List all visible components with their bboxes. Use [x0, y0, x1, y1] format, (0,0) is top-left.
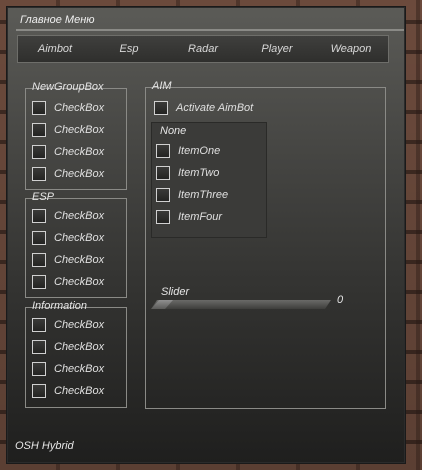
checkbox-row[interactable]: CheckBox	[32, 229, 104, 247]
tab-bar: Aimbot Esp Radar Player Weapon	[17, 35, 389, 63]
slider-label: Slider	[161, 286, 190, 298]
dropdown-item-label: ItemFour	[178, 211, 223, 223]
checkbox-row[interactable]: CheckBox	[32, 251, 104, 269]
checkbox[interactable]	[32, 384, 46, 398]
checkbox-row[interactable]: CheckBox	[32, 316, 104, 334]
activate-aimbot-row[interactable]: Activate AimBot	[154, 99, 253, 117]
checkbox[interactable]	[156, 144, 170, 158]
checkbox[interactable]	[32, 167, 46, 181]
checkbox-row[interactable]: CheckBox	[32, 360, 104, 378]
aim-dropdown-list[interactable]: None ItemOne ItemTwo ItemThree ItemFour	[151, 122, 267, 238]
checkbox-label: CheckBox	[54, 276, 105, 288]
dropdown-item-label: ItemTwo	[178, 167, 220, 179]
checkbox-label: CheckBox	[54, 146, 105, 158]
checkbox[interactable]	[32, 362, 46, 376]
checkbox-row[interactable]: CheckBox	[32, 165, 104, 183]
aim-group: AIM Activate AimBot None ItemOne ItemTwo…	[145, 80, 386, 409]
activate-aimbot-label: Activate AimBot	[176, 102, 254, 114]
checkbox-row[interactable]: CheckBox	[32, 143, 104, 161]
checkbox-row[interactable]: CheckBox	[32, 207, 104, 225]
checkbox[interactable]	[156, 188, 170, 202]
slider-value: 0	[337, 294, 344, 306]
dropdown-selected[interactable]: None	[160, 125, 186, 137]
tab-weapon[interactable]: Weapon	[314, 43, 388, 55]
checkbox[interactable]	[156, 166, 170, 180]
dropdown-item[interactable]: ItemFour	[156, 208, 222, 226]
checkbox-label: CheckBox	[54, 363, 105, 375]
checkbox-row[interactable]: CheckBox	[32, 99, 104, 117]
checkbox[interactable]	[32, 253, 46, 267]
checkbox[interactable]	[32, 340, 46, 354]
checkbox-label: CheckBox	[54, 102, 105, 114]
esp-group: ESP CheckBox CheckBox CheckBox CheckBox	[25, 191, 127, 298]
checkbox[interactable]	[32, 275, 46, 289]
checkbox[interactable]	[32, 209, 46, 223]
group-title: ESP	[32, 191, 55, 203]
checkbox-row[interactable]: CheckBox	[32, 382, 104, 400]
tab-esp[interactable]: Esp	[92, 43, 166, 55]
newgroupbox-group: NewGroupBox CheckBox CheckBox CheckBox C…	[25, 81, 127, 190]
information-group: Information CheckBox CheckBox CheckBox C…	[25, 300, 127, 408]
dropdown-item[interactable]: ItemOne	[156, 142, 220, 160]
dropdown-item[interactable]: ItemTwo	[156, 164, 219, 182]
checkbox-label: CheckBox	[54, 319, 105, 331]
tab-radar[interactable]: Radar	[166, 43, 240, 55]
checkbox[interactable]	[32, 231, 46, 245]
checkbox[interactable]	[32, 318, 46, 332]
checkbox[interactable]	[156, 210, 170, 224]
group-title: AIM	[152, 80, 172, 92]
window-title: Главное Меню	[20, 14, 95, 26]
dropdown-item-label: ItemOne	[178, 145, 221, 157]
checkbox-label: CheckBox	[54, 210, 105, 222]
checkbox-row[interactable]: CheckBox	[32, 338, 104, 356]
checkbox-label: CheckBox	[54, 168, 105, 180]
checkbox-row[interactable]: CheckBox	[32, 121, 104, 139]
checkbox-label: CheckBox	[54, 232, 105, 244]
tab-player[interactable]: Player	[240, 43, 314, 55]
footer-label: OSH Hybrid	[15, 440, 74, 452]
slider-track[interactable]	[151, 300, 331, 309]
activate-aimbot-checkbox[interactable]	[154, 101, 168, 115]
checkbox[interactable]	[32, 123, 46, 137]
group-title: NewGroupBox	[32, 81, 104, 93]
checkbox[interactable]	[32, 101, 46, 115]
checkbox-row[interactable]: CheckBox	[32, 273, 104, 291]
checkbox-label: CheckBox	[54, 254, 105, 266]
tab-aimbot[interactable]: Aimbot	[18, 43, 92, 55]
title-divider	[16, 29, 404, 31]
checkbox-label: CheckBox	[54, 124, 105, 136]
checkbox-label: CheckBox	[54, 341, 105, 353]
checkbox[interactable]	[32, 145, 46, 159]
dropdown-item[interactable]: ItemThree	[156, 186, 228, 204]
checkbox-label: CheckBox	[54, 385, 105, 397]
main-menu-window: Главное Меню Aimbot Esp Radar Player Wea…	[6, 6, 406, 464]
dropdown-item-label: ItemThree	[178, 189, 229, 201]
group-title: Information	[32, 300, 88, 312]
